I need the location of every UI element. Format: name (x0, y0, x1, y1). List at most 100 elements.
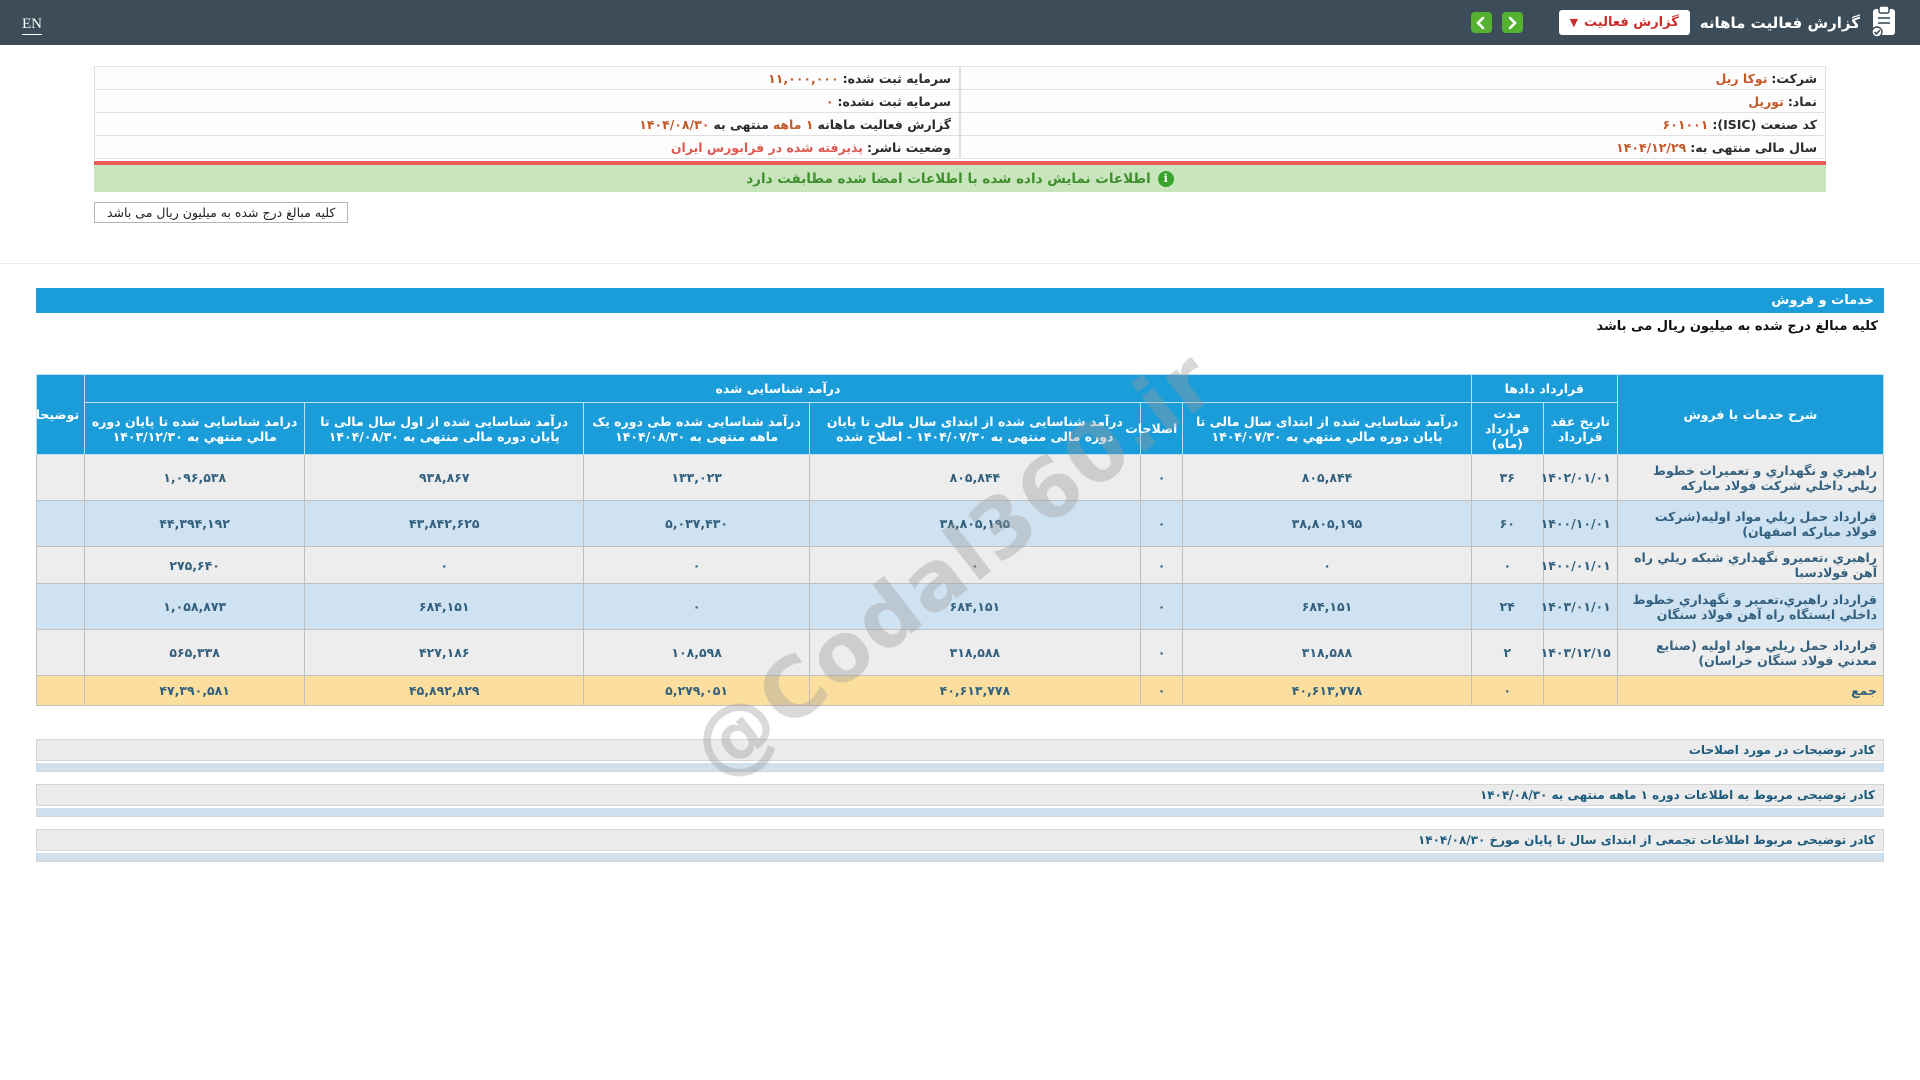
isic-code-label: کد صنعت (ISIC): (1712, 116, 1817, 132)
cell-rev-adjusted: ۶۸۴,۱۵۱ (808, 583, 1141, 630)
cell-contract-duration: ۲۴ (1470, 583, 1544, 630)
chevron-right-icon (1506, 16, 1518, 30)
col-header-description: شرح خدمات یا فروش (1616, 374, 1885, 455)
comment-content-strip[interactable] (36, 763, 1884, 772)
cell-notes (35, 583, 86, 630)
cell-contract-date: ۱۴۰۲/۰۱/۰۱ (1541, 454, 1618, 501)
cell-adjustments: ۰ (1139, 629, 1184, 676)
cell-contract-duration: ۶۰ (1470, 500, 1544, 547)
cell-rev-one-month: ۵,۲۷۹,۰۵۱ (583, 675, 810, 706)
cell-rev-to-0730: ۳۱۸,۵۸۸ (1182, 629, 1472, 676)
cell-rev-prev-year: ۲۷۵,۶۴۰ (84, 546, 306, 584)
cell-rev-ytd: ۶۸۴,۱۵۱ (304, 583, 585, 630)
comment-bar-title: کادر توضیحی مربوط اطلاعات تجمعی از ابتدا… (36, 829, 1884, 851)
report-type-dropdown-label: گزارش فعالیت (1584, 15, 1679, 30)
language-toggle-link[interactable]: EN (22, 15, 42, 35)
company-value: توکا ریل (1715, 70, 1768, 86)
col-header-contract-duration: مدت قرارداد (ماه) (1470, 402, 1544, 455)
section-header-sales: خدمات و فروش (36, 288, 1884, 313)
table-row: قرارداد حمل ریلي مواد اولیه (صنایع معدني… (35, 629, 1885, 676)
clipboard-report-icon (1870, 4, 1898, 41)
company-info-section: شرکت: توکا ریل نماد: توریل کد صنعت (ISIC… (94, 66, 1826, 223)
cell-description: قرارداد حمل ریلي مواد اولیه(شرکت فولاد م… (1616, 500, 1885, 547)
cell-contract-duration: ۰ (1470, 546, 1544, 584)
comment-group-monthly: کادر توضیحی مربوط به اطلاعات دوره ۱ ماهه… (36, 784, 1884, 817)
cell-notes (35, 500, 86, 547)
issuer-status-label: وضعیت ناشر: (866, 139, 951, 155)
cell-rev-ytd: ۰ (304, 546, 585, 584)
signature-notice-text: اطلاعات نمایش داده شده با اطلاعات امضا ش… (746, 170, 1151, 187)
cell-rev-one-month: ۱۳۳,۰۲۳ (583, 454, 810, 501)
chevron-down-icon: ▼ (1569, 16, 1579, 29)
sales-table-body: راهبري و نگهداري و تعمیرات خطوط ریلي داخ… (35, 454, 1885, 706)
cell-rev-prev-year: ۵۶۵,۳۳۸ (84, 629, 306, 676)
sales-table-header: شرح خدمات یا فروش قرارداد دادها درآمد شن… (23, 374, 1885, 455)
comment-content-strip[interactable] (36, 853, 1884, 862)
isic-code-value: ۶۰۱۰۰۱ (1662, 116, 1709, 132)
symbol-value: توریل (1748, 93, 1784, 109)
sales-table: شرح خدمات یا فروش قرارداد دادها درآمد شن… (23, 374, 1885, 706)
cell-adjustments: ۰ (1139, 546, 1184, 584)
table-row: وضعیت ناشر: پذیرفته شده در فرابورس ایران (94, 135, 960, 159)
cell-notes (35, 454, 86, 501)
group-header-revenue: درآمد شناسایی شده (84, 374, 1472, 403)
cell-rev-ytd: ۹۳۸,۸۶۷ (304, 454, 585, 501)
signature-notice-bar: i اطلاعات نمایش داده شده با اطلاعات امضا… (94, 165, 1826, 192)
cell-rev-to-0730: ۶۸۴,۱۵۱ (1182, 583, 1472, 630)
cell-rev-adjusted: ۸۰۵,۸۴۴ (808, 454, 1141, 501)
unit-note-box: کلیه مبالغ درج شده به میلیون ریال می باش… (94, 202, 349, 223)
company-info-table-right: شرکت: توکا ریل نماد: توریل کد صنعت (ISIC… (960, 66, 1826, 159)
cell-rev-adjusted: ۳۱۸,۵۸۸ (808, 629, 1141, 676)
table-row: کد صنعت (ISIC): ۶۰۱۰۰۱ (960, 112, 1826, 136)
col-header-rev-one-month: درآمد شناسایی شده طی دوره یک ماهه منتهی … (583, 402, 810, 455)
cell-rev-ytd: ۴۵,۸۹۲,۸۲۹ (304, 675, 585, 706)
comment-bar-title: کادر توضیحی مربوط به اطلاعات دوره ۱ ماهه… (36, 784, 1884, 806)
cell-notes (35, 675, 86, 706)
report-period-date: ۱۴۰۴/۰۸/۳۰ (639, 116, 710, 132)
comment-group-adjustments: کادر توضیحات در مورد اصلاحات (36, 739, 1884, 772)
report-type-dropdown[interactable]: گزارش فعالیت ▼ (1558, 10, 1690, 35)
table-row: جمع ۰ ۴۰,۶۱۳,۷۷۸ ۰ ۴۰,۶۱۳,۷۷۸ ۵,۲۷۹,۰۵۱ ۴۵,۸۹۲… (35, 675, 1885, 706)
cell-description: راهبري و نگهداري و تعمیرات خطوط ریلي داخ… (1616, 454, 1885, 501)
col-header-contract-date: تاریخ عقد قرارداد (1542, 402, 1618, 455)
chevron-left-icon (1475, 16, 1487, 30)
cell-adjustments: ۰ (1139, 500, 1184, 547)
page-divider (0, 263, 1920, 264)
cell-rev-ytd: ۴۳,۸۴۲,۶۲۵ (304, 500, 585, 547)
cell-description: جمع (1616, 675, 1885, 706)
comment-bar-title: کادر توضیحات در مورد اصلاحات (36, 739, 1884, 761)
cell-description: راهبري ،تعمیرو نگهداري شبکه ریلي راه آهن… (1616, 546, 1885, 584)
table-row: قرارداد حمل ریلي مواد اولیه(شرکت فولاد م… (35, 500, 1885, 547)
comment-content-strip[interactable] (36, 808, 1884, 817)
cell-notes (35, 629, 86, 676)
comment-group-cumulative: کادر توضیحی مربوط اطلاعات تجمعی از ابتدا… (36, 829, 1884, 862)
cell-rev-prev-year: ۴۷,۳۹۰,۵۸۱ (84, 675, 306, 706)
cell-description: قرارداد حمل ریلي مواد اولیه (صنایع معدني… (1616, 629, 1885, 676)
cell-rev-ytd: ۴۲۷,۱۸۶ (304, 629, 585, 676)
fiscal-year-value: ۱۴۰۴/۱۲/۲۹ (1616, 139, 1687, 155)
table-row: سرمایه ثبت نشده: ۰ (94, 89, 960, 113)
cell-rev-adjusted: ۴۰,۶۱۳,۷۷۸ (808, 675, 1141, 706)
fiscal-year-label: سال مالی منتهی به: (1690, 139, 1817, 155)
col-header-rev-to-0730: درآمد شناسایی شده از ابتدای سال مالی تا … (1182, 402, 1472, 455)
table-row: سال مالی منتهی به: ۱۴۰۴/۱۲/۲۹ (960, 135, 1826, 159)
cell-rev-one-month: ۵,۰۳۷,۴۳۰ (583, 500, 810, 547)
registered-capital-label: سرمایه ثبت شده: (842, 70, 951, 86)
top-bar-right-group: گزارش فعالیت ماهانه گزارش فعالیت ▼ (1470, 4, 1898, 41)
cell-rev-one-month: ۰ (583, 546, 810, 584)
cell-adjustments: ۰ (1139, 583, 1184, 630)
cell-adjustments: ۰ (1139, 454, 1184, 501)
cell-rev-adjusted: ۰ (808, 546, 1141, 584)
registered-capital-value: ۱۱,۰۰۰,۰۰۰ (768, 70, 839, 86)
unregistered-capital-value: ۰ (825, 93, 834, 109)
report-period-value: ۱ ماهه (772, 116, 814, 132)
previous-report-button[interactable] (1470, 12, 1492, 33)
cell-rev-to-0730: ۸۰۵,۸۴۴ (1182, 454, 1472, 501)
cell-rev-to-0730: ۳۸,۸۰۵,۱۹۵ (1182, 500, 1472, 547)
company-label: شرکت: (1771, 70, 1817, 86)
table-row: شرکت: توکا ریل (960, 66, 1826, 90)
next-report-button[interactable] (1501, 12, 1523, 33)
cell-description: قرارداد راهبري،تعمیر و نگهداري خطوط داخل… (1616, 583, 1885, 630)
table-row: راهبري و نگهداري و تعمیرات خطوط ریلي داخ… (35, 454, 1885, 501)
group-header-contracts: قرارداد دادها (1470, 374, 1618, 403)
